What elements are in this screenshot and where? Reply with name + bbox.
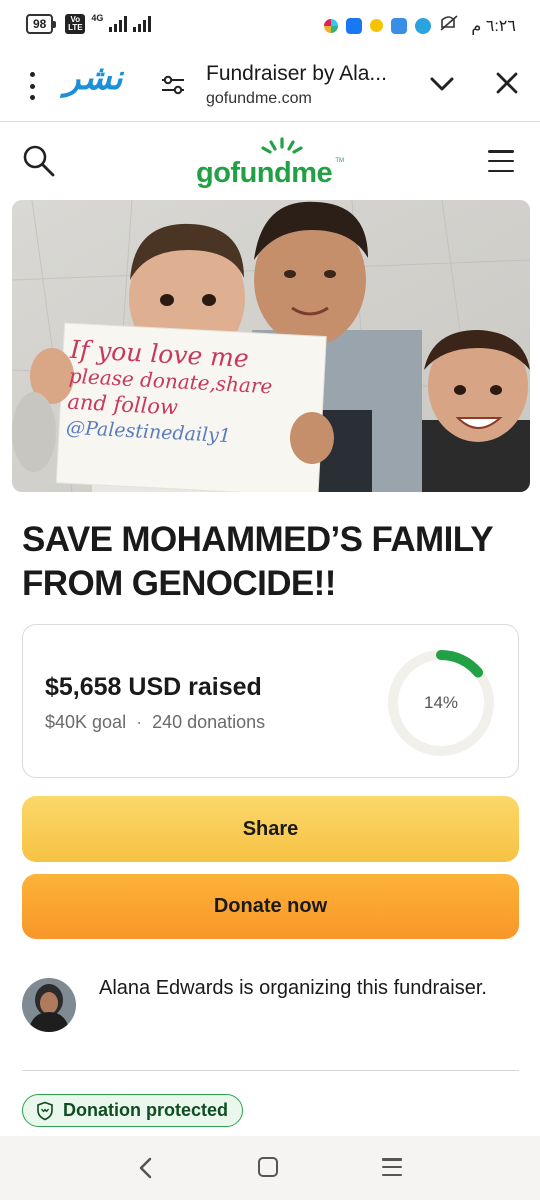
browser-toolbar: نشر Fundraiser by Ala... gofundme.com — [0, 50, 540, 122]
signal-icon-2 — [133, 16, 152, 32]
donate-now-button[interactable]: Donate now — [22, 874, 519, 939]
campaign-hero-image: If you love me please donate,share and f… — [12, 200, 530, 492]
back-icon[interactable] — [135, 1156, 157, 1180]
more-options-icon[interactable] — [26, 72, 38, 100]
share-button[interactable]: Share — [22, 796, 519, 862]
app-logo: نشر — [64, 58, 123, 98]
progress-card: $5,658 USD raised $40K goal · 240 donati… — [22, 624, 519, 778]
page-settings-icon[interactable] — [160, 74, 186, 96]
goal-amount: $40K goal — [45, 712, 127, 732]
divider — [22, 1070, 519, 1071]
recents-icon[interactable] — [382, 1158, 402, 1176]
site-header: gofundme TM — [0, 122, 540, 196]
slack-icon — [324, 18, 339, 33]
badge-label: Donation protected — [63, 1100, 228, 1120]
progress-percent: 14% — [423, 693, 459, 712]
hamburger-menu-icon[interactable] — [488, 150, 514, 172]
messenger-icon — [346, 17, 363, 34]
network-type: 4G — [91, 12, 104, 23]
coin-icon — [370, 19, 384, 32]
goal-line: $40K goal · 240 donations — [45, 712, 265, 733]
battery-indicator: 98 — [26, 14, 57, 34]
shield-icon — [37, 1101, 53, 1120]
organizer-section: Alana Edwards is organizing this fundrai… — [22, 972, 519, 1042]
home-icon[interactable] — [258, 1157, 278, 1177]
word-icon — [391, 17, 408, 34]
sign-text: If you love me please donate,share and f… — [65, 335, 274, 452]
clock: ٦:٢٦ م — [471, 17, 516, 35]
organizer-text: Alana Edwards is organizing this fundrai… — [99, 977, 487, 999]
system-nav-bar — [0, 1136, 540, 1200]
amount-raised: $5,658 USD raised — [45, 673, 262, 701]
telegram-icon — [415, 17, 432, 34]
signal-icon — [109, 16, 128, 32]
search-icon[interactable] — [22, 144, 56, 178]
status-bar: 98 Vo LTE 4G ٦:٢٦ م — [0, 0, 540, 50]
mute-icon — [439, 14, 459, 37]
separator-dot: · — [136, 712, 143, 732]
logo-trademark: TM — [335, 158, 344, 164]
donation-count[interactable]: 240 donations — [152, 712, 265, 733]
close-icon[interactable] — [494, 70, 520, 96]
page-url[interactable]: gofundme.com — [206, 90, 312, 108]
organizer-avatar[interactable] — [22, 978, 76, 1032]
campaign-title: SAVE MOHAMMED’S FAMILY FROM GENOCIDE!! — [22, 520, 493, 603]
logo-text: gofundme — [196, 157, 333, 189]
gofundme-logo[interactable]: gofundme TM — [196, 136, 346, 190]
status-left: 98 Vo LTE 4G — [26, 12, 152, 34]
status-right: ٦:٢٦ م — [324, 14, 516, 37]
donation-protected-badge[interactable]: Donation protected — [22, 1094, 243, 1127]
page-title: Fundraiser by Ala... — [206, 62, 387, 85]
chevron-down-icon[interactable] — [428, 74, 456, 94]
volte-icon: Vo LTE — [65, 14, 86, 34]
